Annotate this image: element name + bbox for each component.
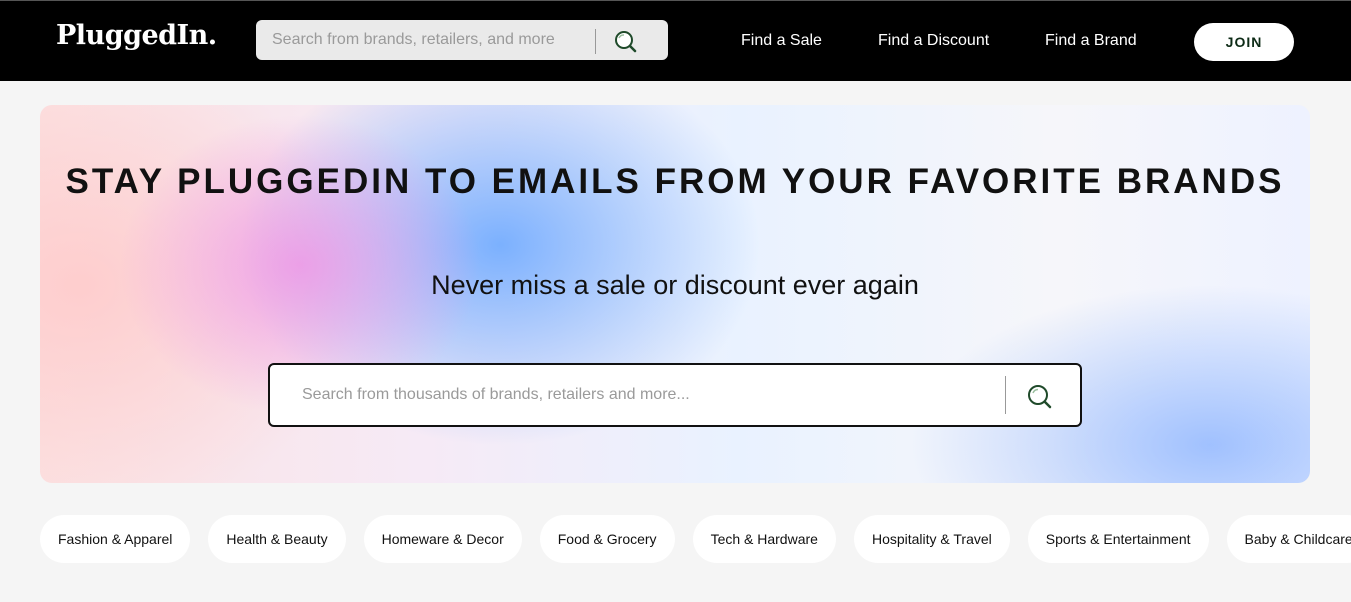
hero-banner: STAY PLUGGEDIN TO EMAILS FROM YOUR FAVOR… xyxy=(40,105,1310,483)
category-homeware-decor[interactable]: Homeware & Decor xyxy=(363,515,522,563)
search-divider xyxy=(595,29,596,54)
category-health-beauty[interactable]: Health & Beauty xyxy=(208,515,346,563)
search-divider xyxy=(1005,376,1006,414)
category-tech-hardware[interactable]: Tech & Hardware xyxy=(692,515,836,563)
top-nav-bar: PluggedIn. Find a Sale Find a Discount F… xyxy=(0,0,1351,81)
category-sports-entertainment[interactable]: Sports & Entertainment xyxy=(1027,515,1209,563)
site-logo[interactable]: PluggedIn. xyxy=(56,20,217,51)
join-button[interactable]: JOIN xyxy=(1194,23,1294,61)
nav-find-a-brand[interactable]: Find a Brand xyxy=(1045,32,1137,50)
category-food-grocery[interactable]: Food & Grocery xyxy=(539,515,675,563)
hero-search-bar xyxy=(268,363,1082,427)
nav-find-a-discount[interactable]: Find a Discount xyxy=(878,32,989,50)
header-search-button[interactable] xyxy=(612,28,638,54)
search-icon xyxy=(615,31,637,53)
category-baby-childcare[interactable]: Baby & Childcare xyxy=(1226,515,1351,563)
hero-search-button[interactable] xyxy=(1025,382,1053,410)
header-search-bar xyxy=(256,20,668,60)
header-search-input[interactable] xyxy=(256,20,596,60)
category-hospitality-travel[interactable]: Hospitality & Travel xyxy=(853,515,1010,563)
hero-title: STAY PLUGGEDIN TO EMAILS FROM YOUR FAVOR… xyxy=(65,162,1285,201)
search-icon xyxy=(1028,385,1052,409)
hero-subtitle: Never miss a sale or discount ever again xyxy=(431,270,919,300)
nav-find-a-sale[interactable]: Find a Sale xyxy=(741,32,822,50)
hero-search-input[interactable] xyxy=(270,365,1000,425)
category-list: Fashion & Apparel Health & Beauty Homeware… xyxy=(40,515,1351,563)
category-fashion-apparel[interactable]: Fashion & Apparel xyxy=(40,515,191,563)
